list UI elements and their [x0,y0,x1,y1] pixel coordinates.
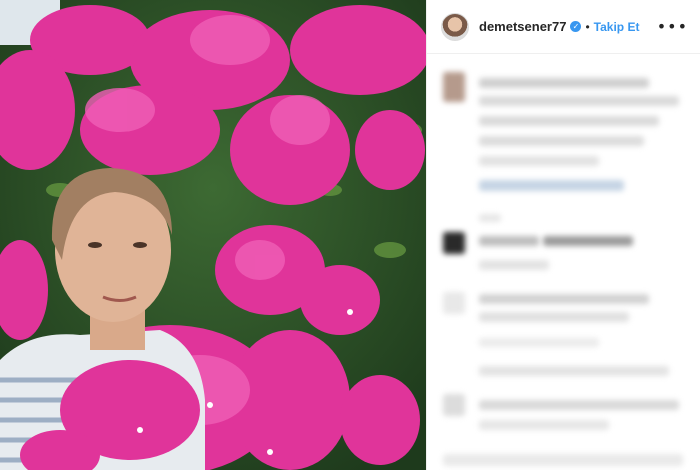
comment-text-blurred [479,156,599,166]
comment-text-blurred [479,294,649,304]
comment-text-blurred [543,236,633,246]
post-header: demetsener77 ✓ • Takip Et ••• [427,0,700,54]
comment-text-blurred [479,366,669,376]
comment-text-blurred [479,136,644,146]
comment-meta-blurred [479,338,599,347]
more-options-icon[interactable]: ••• [657,17,688,36]
comment-text-blurred [443,394,465,416]
comment-text-blurred [479,420,609,430]
verified-badge-icon: ✓ [570,21,582,32]
post-photo[interactable] [0,0,426,470]
comment-meta-blurred [479,180,624,191]
comment-text-blurred [443,454,683,466]
comments-list-blurred [427,54,700,470]
comment-text-blurred [479,78,649,88]
comment-text-blurred [479,312,629,322]
comment-text-blurred [479,96,679,106]
post-side-panel: demetsener77 ✓ • Takip Et ••• [426,0,700,470]
separator-dot: • [585,19,590,34]
comment-text-blurred [479,260,549,270]
comment-text-blurred [479,236,539,246]
comment-avatar-blurred [443,232,465,254]
username-link[interactable]: demetsener77 [479,19,566,34]
avatar[interactable] [441,12,469,41]
photo-image [0,0,426,470]
comment-meta-blurred [479,214,501,222]
comment-avatar-blurred [443,72,465,102]
comment-avatar-blurred [443,292,465,314]
comment-text-blurred [479,116,659,126]
follow-button[interactable]: Takip Et [594,20,640,34]
comment-text-blurred [479,400,679,410]
